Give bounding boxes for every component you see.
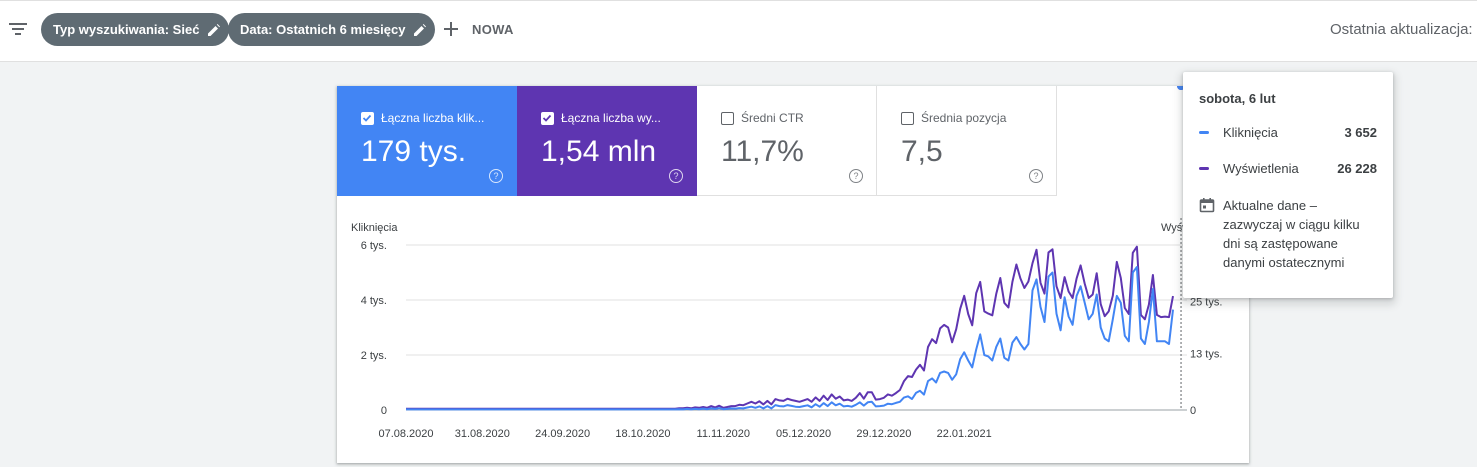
tooltip-row-label: Wyświetlenia <box>1223 161 1299 176</box>
tooltip-row-clicks: Kliknięcia 3 652 <box>1199 125 1377 140</box>
x-axis-tick-label: 29.12.2020 <box>856 428 911 440</box>
edit-pencil-icon[interactable] <box>413 23 427 37</box>
new-filter-button[interactable]: NOWA <box>442 17 514 41</box>
series-color-marker <box>1199 131 1209 134</box>
tooltip-row-value: 3 652 <box>1344 125 1377 140</box>
filter-icon[interactable] <box>8 21 28 37</box>
tooltip-note: Aktualne dane – zazwyczaj w ciągu kilku … <box>1199 196 1373 272</box>
left-axis-tick-label: 0 <box>381 405 387 417</box>
calendar-icon <box>1199 198 1215 213</box>
x-axis-tick-label: 22.01.2021 <box>937 428 992 440</box>
search-type-filter-chip[interactable]: Typ wyszukiwania: Sieć <box>41 13 230 46</box>
tooltip-row-impressions: Wyświetlenia 26 228 <box>1199 161 1377 176</box>
tooltip-note-text: Aktualne dane – zazwyczaj w ciągu kilku … <box>1223 198 1360 270</box>
tooltip-row-value: 26 228 <box>1337 161 1377 176</box>
new-button-label: NOWA <box>472 21 514 37</box>
left-axis-tick-label: 6 tys. <box>361 240 387 252</box>
tooltip-row-label: Kliknięcia <box>1223 125 1278 140</box>
x-axis-tick-label: 24.09.2020 <box>535 428 590 440</box>
chip-label: Data: Ostatnich 6 miesięcy <box>240 22 406 37</box>
x-axis-tick-label: 18.10.2020 <box>615 428 670 440</box>
right-axis-tick-label: 25 tys. <box>1190 296 1222 308</box>
x-axis-tick-label: 05.12.2020 <box>776 428 831 440</box>
x-axis-tick-label: 11.11.2020 <box>697 428 750 440</box>
performance-card: Łączna liczba klik... 179 tys. ? Łączna … <box>337 86 1249 463</box>
series-color-marker <box>1199 167 1209 170</box>
right-axis-tick-label: 0 <box>1190 405 1196 417</box>
left-axis-title: Kliknięcia <box>351 222 398 234</box>
chart-tooltip: sobota, 6 lut Kliknięcia 3 652 Wyświetle… <box>1183 72 1393 298</box>
right-axis-tick-label: 13 tys. <box>1190 349 1222 361</box>
left-axis-tick-label: 2 tys. <box>361 350 387 362</box>
left-axis-tick-label: 4 tys. <box>361 295 387 307</box>
edit-pencil-icon[interactable] <box>207 23 221 37</box>
tooltip-date: sobota, 6 lut <box>1199 91 1276 106</box>
chip-label: Typ wyszukiwania: Sieć <box>53 22 200 37</box>
impressions-series-line <box>406 245 1174 410</box>
top-toolbar: Typ wyszukiwania: Sieć Data: Ostatnich 6… <box>0 0 1477 62</box>
date-filter-chip[interactable]: Data: Ostatnich 6 miesięcy <box>228 13 436 46</box>
plus-icon <box>444 22 458 36</box>
x-axis-tick-label: 31.08.2020 <box>455 428 510 440</box>
last-update-label: Ostatnia aktualizacja: <box>1330 21 1473 38</box>
performance-chart[interactable]: 0 2 tys. 4 tys. 6 tys. 0 13 tys. 25 tys. Klikni… <box>337 86 1249 463</box>
x-axis-tick-label: 07.08.2020 <box>378 428 433 440</box>
